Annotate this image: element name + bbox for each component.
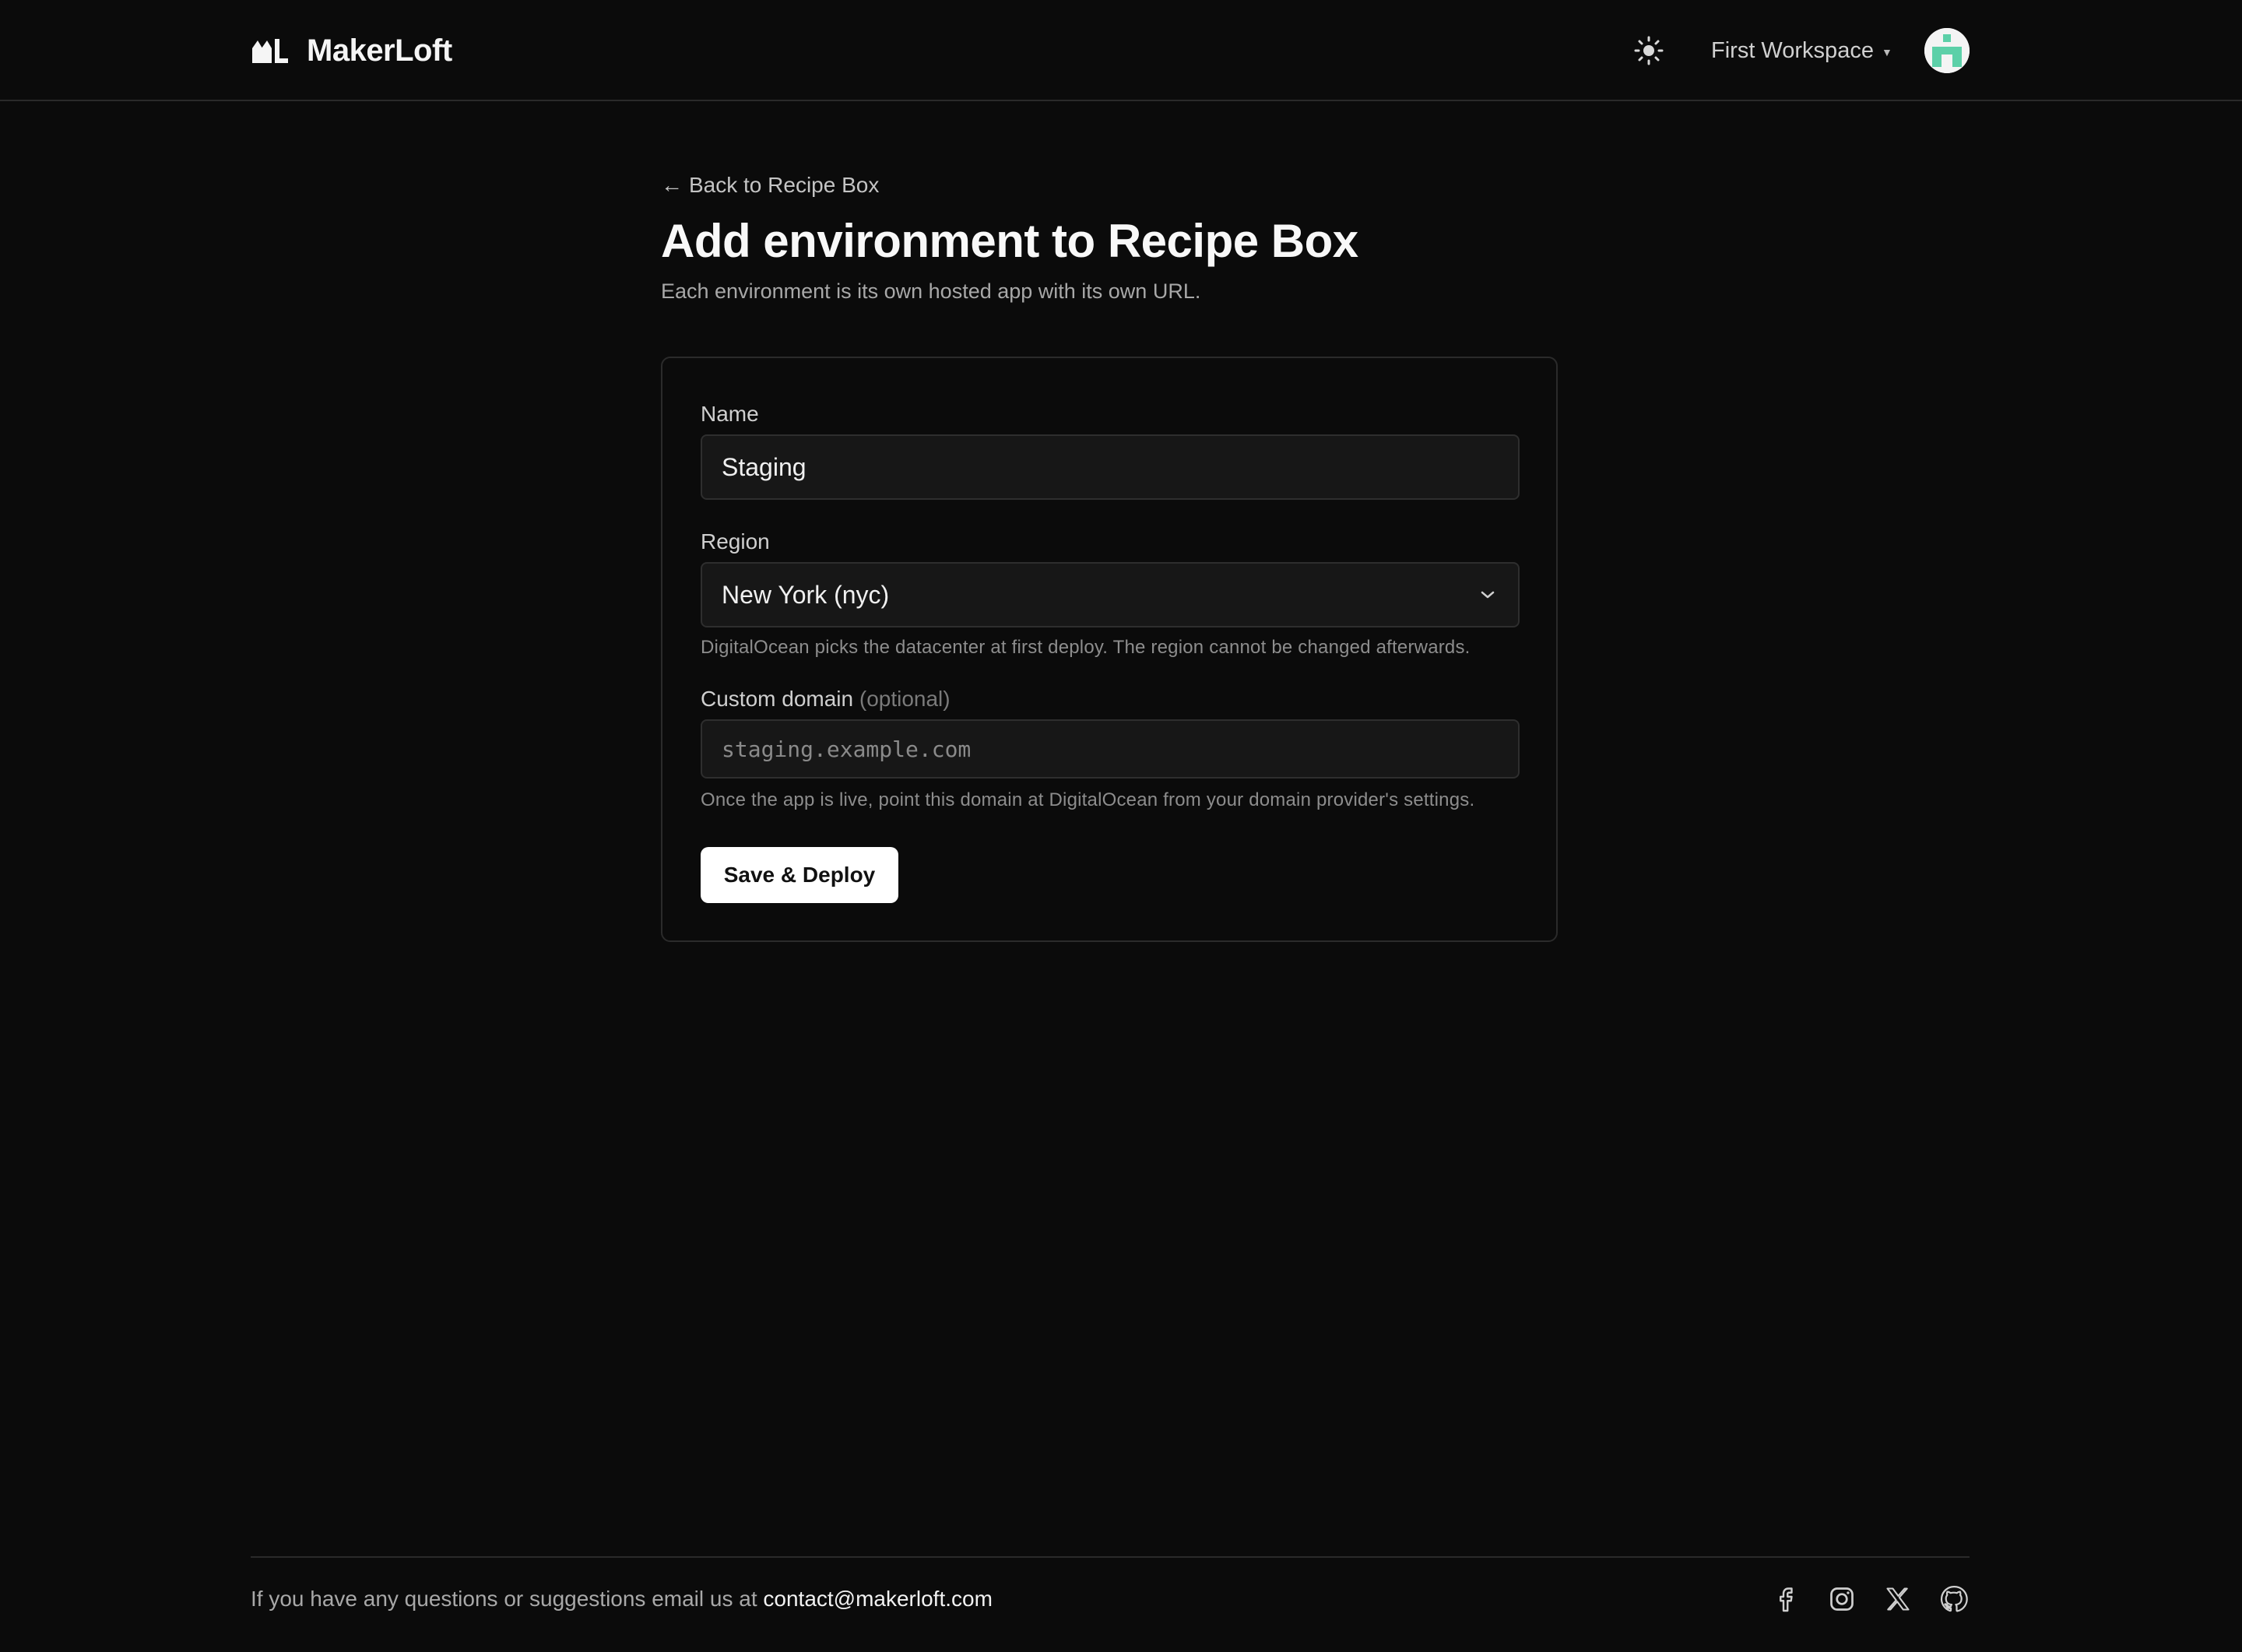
region-hint: DigitalOcean picks the datacenter at fir… (701, 637, 1471, 658)
footer-divider (251, 1556, 1970, 1558)
x-icon (1886, 1587, 1910, 1611)
x-link[interactable] (1881, 1582, 1915, 1616)
page-subtitle: Each environment is its own hosted app w… (661, 279, 1201, 303)
footer-message: If you have any questions or suggestions… (251, 1587, 757, 1611)
github-icon (1940, 1586, 1968, 1612)
brand-link[interactable]: MakerLoft (251, 28, 452, 73)
instagram-link[interactable] (1825, 1582, 1859, 1616)
name-label: Name (701, 402, 759, 426)
custom-domain-input[interactable] (701, 719, 1520, 779)
region-select[interactable]: New York (nyc) (701, 562, 1520, 627)
sun-icon (1634, 36, 1664, 65)
chevron-down-icon (1481, 591, 1495, 599)
identicon-avatar-icon (1924, 28, 1970, 73)
user-avatar[interactable] (1924, 28, 1970, 73)
back-link[interactable]: ← Back to Recipe Box (661, 170, 879, 201)
theme-toggle-button[interactable] (1630, 34, 1667, 67)
save-deploy-button[interactable]: Save & Deploy (701, 847, 898, 903)
custom-domain-hint: Once the app is live, point this domain … (701, 789, 1475, 810)
workspace-name: First Workspace (1711, 37, 1874, 63)
region-label: Region (701, 529, 770, 554)
custom-domain-label-text: Custom domain (701, 687, 854, 711)
instagram-icon (1830, 1587, 1854, 1611)
contact-email-link[interactable]: contact@makerloft.com (763, 1587, 993, 1611)
page: MakerLoft First Workspace ▼ ← Back to Re… (0, 0, 2242, 1652)
caret-down-icon: ▼ (1881, 46, 1892, 58)
facebook-link[interactable] (1769, 1582, 1803, 1616)
footer-text: If you have any questions or suggestions… (251, 1585, 993, 1613)
back-link-label: Back to Recipe Box (689, 173, 880, 197)
top-nav: MakerLoft First Workspace ▼ (0, 0, 2242, 101)
environment-form-card: Name Region New York (nyc) DigitalOcean … (661, 357, 1558, 942)
region-select-value: New York (nyc) (722, 580, 890, 609)
arrow-left-icon: ← (661, 173, 683, 197)
custom-domain-label: Custom domain (optional) (701, 685, 951, 713)
github-link[interactable] (1937, 1582, 1971, 1616)
workspace-switcher[interactable]: First Workspace ▼ (1711, 33, 1892, 69)
makerloft-logo-icon (252, 39, 288, 63)
facebook-icon (1780, 1587, 1793, 1612)
page-title: Add environment to Recipe Box (661, 215, 1358, 267)
brand-name: MakerLoft (307, 33, 452, 68)
optional-tag: (optional) (859, 687, 951, 711)
name-input[interactable] (701, 434, 1520, 500)
